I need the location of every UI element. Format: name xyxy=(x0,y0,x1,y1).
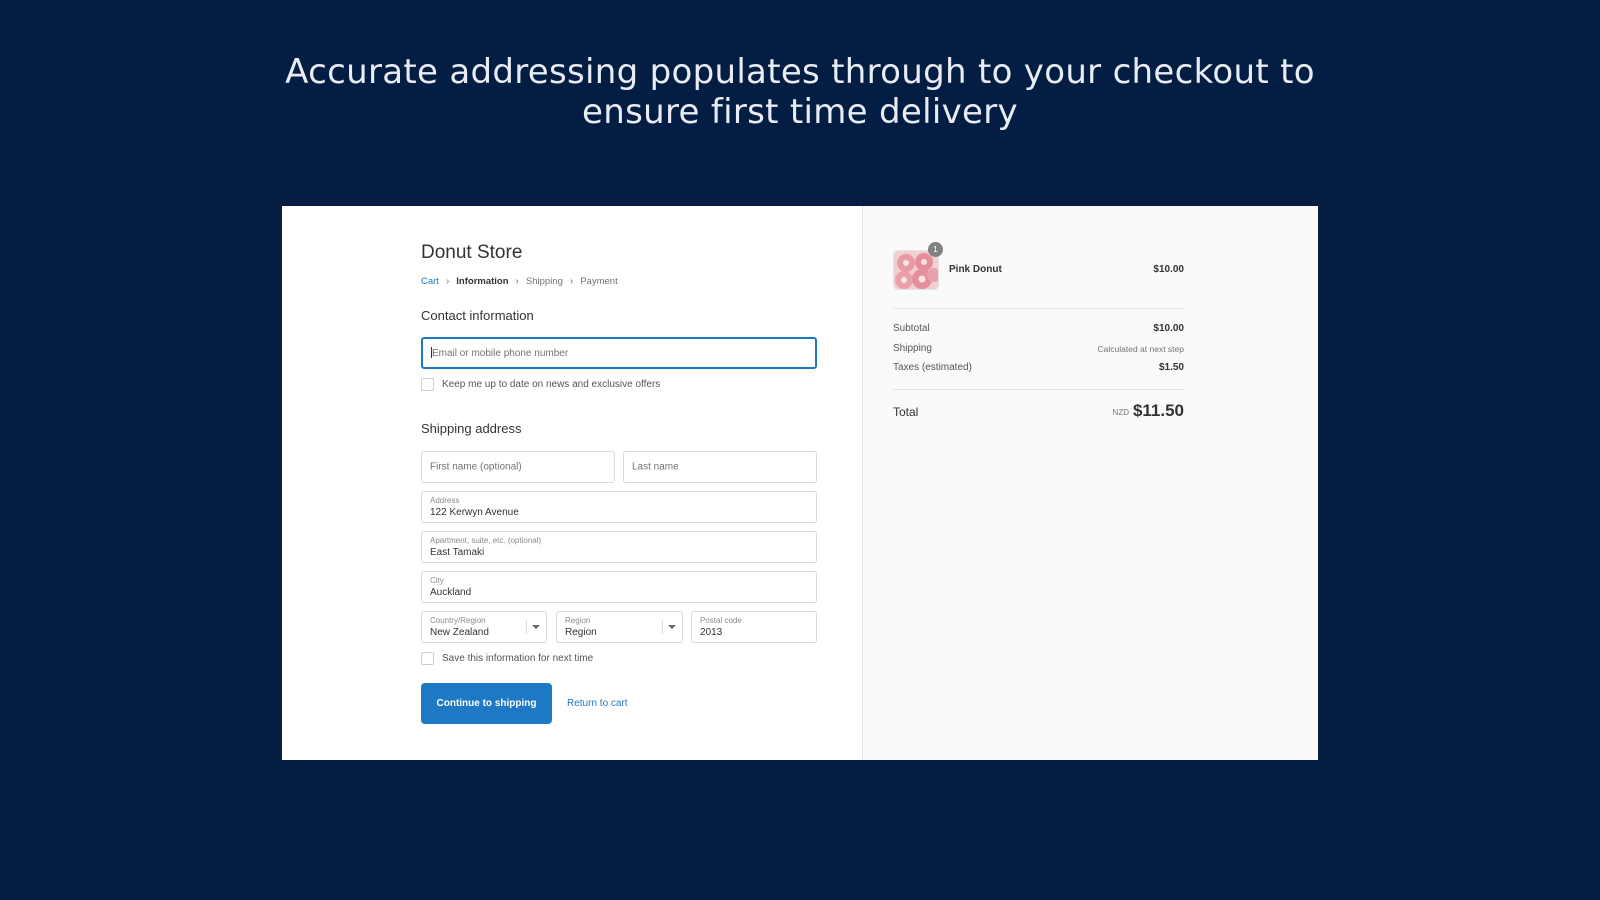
region-value: Region xyxy=(565,627,597,638)
breadcrumb-shipping: Shipping xyxy=(525,276,563,287)
save-info-checkbox[interactable] xyxy=(421,652,434,665)
product-name: Pink Donut xyxy=(949,264,1002,275)
summary-divider xyxy=(893,389,1184,390)
email-field[interactable]: Email or mobile phone number xyxy=(421,337,817,369)
email-placeholder-text: Email or mobile phone number xyxy=(432,348,569,359)
chevron-down-icon xyxy=(668,625,676,629)
address-value: 122 Kerwyn Avenue xyxy=(430,507,519,518)
breadcrumb-payment: Payment xyxy=(580,276,618,287)
address-label: Address xyxy=(430,496,460,505)
checkout-screenshot: Donut Store Cart › Information › Shippin… xyxy=(282,206,1318,760)
chevron-right-icon: › xyxy=(515,276,519,287)
first-name-placeholder: First name (optional) xyxy=(430,461,522,473)
headline: Accurate addressing populates through to… xyxy=(0,52,1600,132)
breadcrumb-cart[interactable]: Cart xyxy=(421,276,439,287)
city-value: Auckland xyxy=(430,587,472,598)
total-value: $11.50 xyxy=(1132,401,1184,420)
postal-code-value: 2013 xyxy=(700,627,723,638)
order-summary-pane: 1 Pink Donut $10.00 Subtotal $10.00 Ship… xyxy=(862,206,1318,760)
contact-section-title: Contact information xyxy=(421,308,534,323)
city-label: City xyxy=(430,576,444,585)
select-separator xyxy=(662,620,663,634)
first-name-field[interactable]: First name (optional) xyxy=(421,451,615,483)
summary-divider xyxy=(893,308,1184,309)
donut-icon xyxy=(894,251,938,289)
apartment-label: Apartment, suite, etc. (optional) xyxy=(430,536,542,545)
taxes-value: $1.50 xyxy=(1158,362,1184,373)
shipping-section-title: Shipping address xyxy=(421,421,522,436)
chevron-down-icon xyxy=(532,625,540,629)
apartment-value: East Tamaki xyxy=(430,547,485,558)
region-select[interactable]: Region Region xyxy=(556,611,683,643)
last-name-placeholder: Last name xyxy=(632,461,679,473)
newsletter-checkbox[interactable] xyxy=(421,378,434,391)
shipping-value: Calculated at next step xyxy=(1097,344,1184,354)
product-price: $10.00 xyxy=(1153,264,1184,275)
country-label: Country/Region xyxy=(430,616,486,625)
save-info-checkbox-row[interactable]: Save this information for next time xyxy=(421,652,593,665)
postal-code-label: Postal code xyxy=(700,616,742,625)
breadcrumb: Cart › Information › Shipping › Payment xyxy=(421,276,618,287)
taxes-label: Taxes (estimated) xyxy=(893,362,972,373)
apartment-field[interactable]: Apartment, suite, etc. (optional) East T… xyxy=(421,531,817,563)
total-label: Total xyxy=(893,405,919,419)
continue-to-shipping-button[interactable]: Continue to shipping xyxy=(421,683,552,724)
shipping-label: Shipping xyxy=(893,343,932,354)
save-info-label: Save this information for next time xyxy=(442,653,594,664)
country-value: New Zealand xyxy=(430,627,489,638)
total-currency: NZD xyxy=(1112,408,1129,417)
quantity-badge: 1 xyxy=(928,242,943,257)
newsletter-checkbox-row[interactable]: Keep me up to date on news and exclusive… xyxy=(421,378,660,391)
chevron-right-icon: › xyxy=(445,276,450,287)
city-field[interactable]: City Auckland xyxy=(421,571,817,603)
address-field[interactable]: Address 122 Kerwyn Avenue xyxy=(421,491,817,523)
headline-line-1: Accurate addressing populates through to… xyxy=(285,52,1315,92)
select-separator xyxy=(526,620,527,634)
postal-code-field[interactable]: Postal code 2013 xyxy=(691,611,817,643)
last-name-field[interactable]: Last name xyxy=(623,451,817,483)
headline-line-2: ensure first time delivery xyxy=(582,92,1018,132)
region-label: Region xyxy=(565,616,591,625)
subtotal-label: Subtotal xyxy=(893,323,930,334)
country-select[interactable]: Country/Region New Zealand xyxy=(421,611,547,643)
store-name: Donut Store xyxy=(421,242,523,263)
breadcrumb-information: Information xyxy=(456,276,509,287)
checkout-form-pane: Donut Store Cart › Information › Shippin… xyxy=(282,206,862,760)
newsletter-label: Keep me up to date on news and exclusive… xyxy=(442,379,661,390)
email-placeholder: Email or mobile phone number xyxy=(431,347,568,359)
chevron-right-icon: › xyxy=(569,276,574,287)
subtotal-value: $10.00 xyxy=(1153,323,1184,334)
return-to-cart-link[interactable]: Return to cart xyxy=(567,698,628,709)
